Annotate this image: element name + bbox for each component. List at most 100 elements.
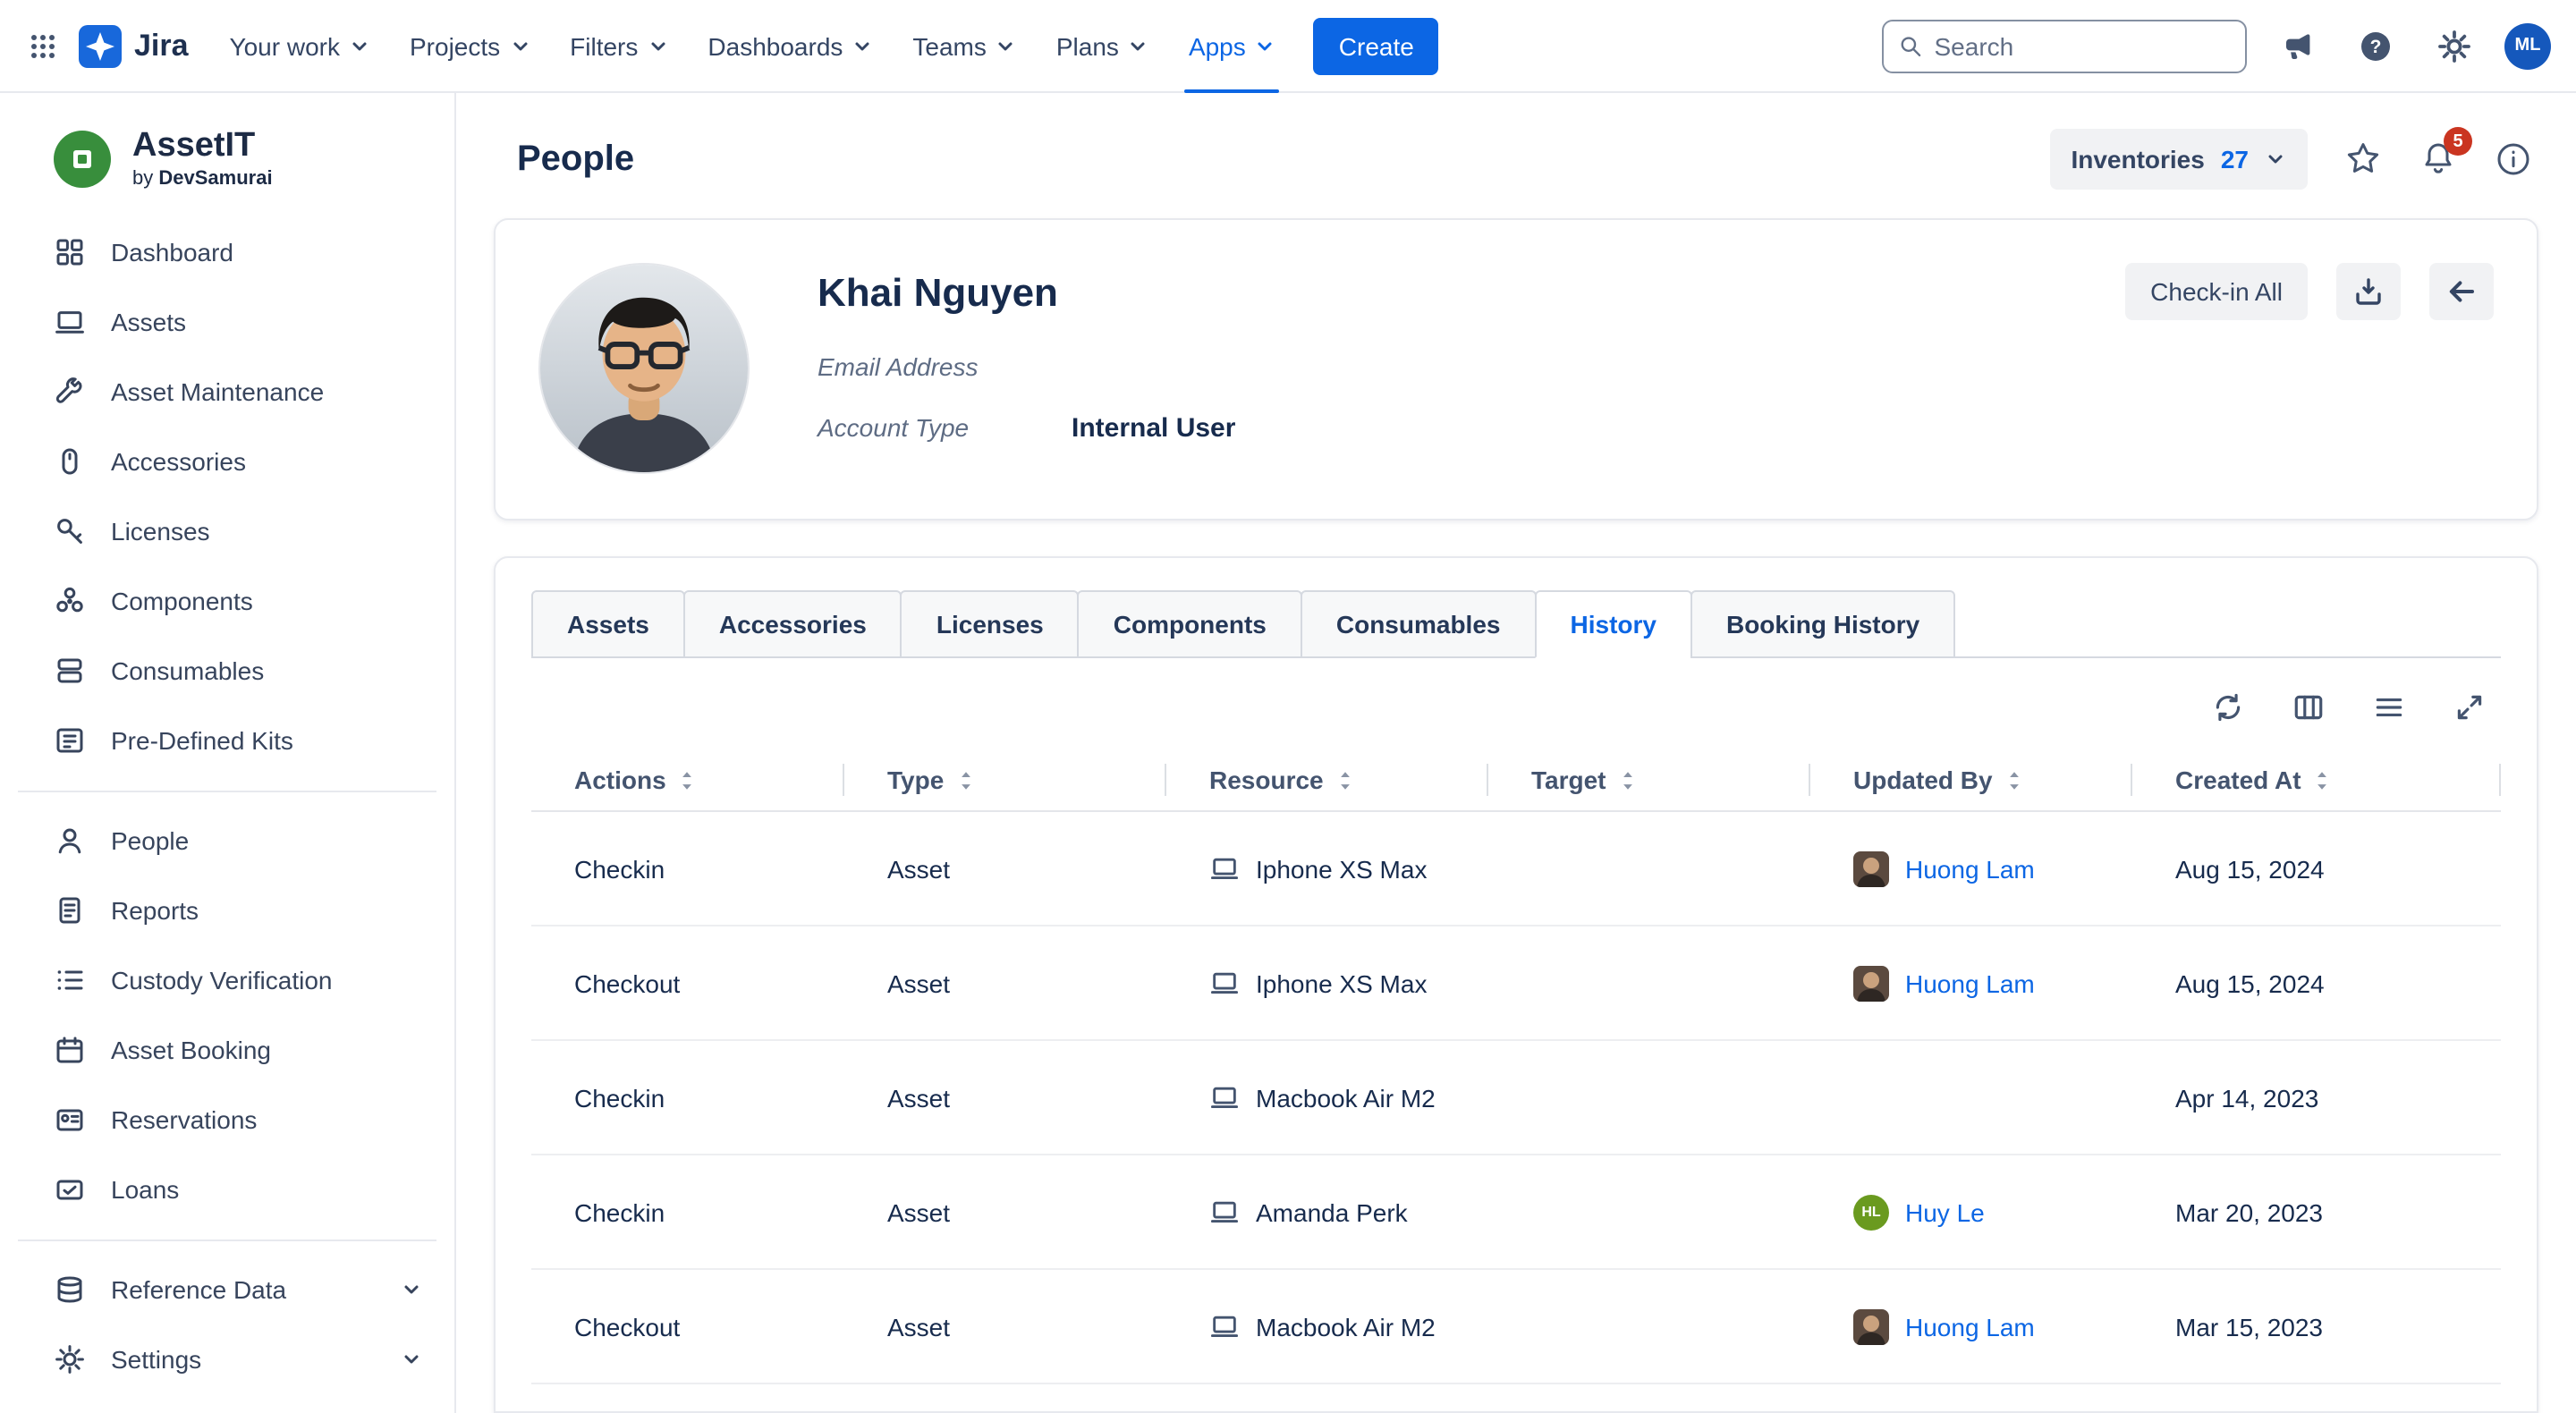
tab-accessories[interactable]: Accessories — [683, 590, 902, 658]
sidebar-item-custody-verification[interactable]: Custody Verification — [0, 946, 454, 1016]
nav-your-work[interactable]: Your work — [210, 0, 391, 92]
app-switcher-button[interactable] — [14, 17, 72, 74]
search-input[interactable] — [1935, 31, 2232, 60]
cell-type: Asset — [844, 969, 1166, 997]
inventories-dropdown[interactable]: Inventories 27 — [2049, 129, 2308, 190]
sidebar-item-assets[interactable]: Assets — [0, 288, 454, 358]
sidebar-item-asset-maintenance[interactable]: Asset Maintenance — [0, 358, 454, 427]
info-button[interactable] — [2494, 140, 2533, 179]
cell-updated-by: Huong Lam — [1810, 1308, 2132, 1344]
sort-icon — [1336, 768, 1354, 791]
sidebar-divider — [18, 791, 436, 792]
sidebar-item-pre-defined-kits[interactable]: Pre-Defined Kits — [0, 706, 454, 776]
cell-resource: Iphone XS Max — [1166, 853, 1488, 884]
sidebar-item-components[interactable]: Components — [0, 567, 454, 637]
tab-components[interactable]: Components — [1078, 590, 1302, 658]
sidebar-item-asset-booking[interactable]: Asset Booking — [0, 1016, 454, 1086]
cell-action: Checkout — [531, 969, 844, 997]
fullscreen-button[interactable] — [2453, 690, 2487, 724]
header-actions: Inventories 27 5 — [2049, 129, 2533, 190]
cell-type: Asset — [844, 1083, 1166, 1112]
settings-button[interactable] — [2426, 17, 2483, 74]
row-density-button[interactable] — [2372, 690, 2406, 724]
export-button[interactable] — [2336, 263, 2401, 320]
column-header-created-at[interactable]: Created At — [2132, 749, 2501, 810]
tab-assets[interactable]: Assets — [531, 590, 685, 658]
history-card: Assets Accessories Licenses Components C… — [494, 556, 2538, 1413]
tab-consumables[interactable]: Consumables — [1301, 590, 1537, 658]
column-header-updated-by[interactable]: Updated By — [1810, 749, 2132, 810]
account-type-value: Internal User — [1072, 413, 1235, 444]
cell-resource: Macbook Air M2 — [1166, 1082, 1488, 1113]
refresh-icon — [2211, 690, 2245, 724]
back-button[interactable] — [2429, 263, 2494, 320]
database-icon — [54, 1274, 86, 1307]
nav-projects[interactable]: Projects — [390, 0, 550, 92]
nav-dashboards[interactable]: Dashboards — [688, 0, 893, 92]
column-header-type[interactable]: Type — [844, 749, 1166, 810]
sidebar-item-accessories[interactable]: Accessories — [0, 427, 454, 497]
announcements-button[interactable] — [2268, 17, 2326, 74]
nav-apps[interactable]: Apps — [1169, 0, 1296, 92]
tab-booking-history[interactable]: Booking History — [1690, 590, 1955, 658]
detail-tabs: Assets Accessories Licenses Components C… — [531, 590, 2501, 658]
help-button[interactable]: ? — [2347, 17, 2404, 74]
sidebar-item-loans[interactable]: Loans — [0, 1155, 454, 1225]
chevron-down-icon — [401, 1280, 422, 1301]
chevron-down-icon — [349, 35, 370, 56]
sort-icon — [679, 768, 697, 791]
refresh-button[interactable] — [2211, 690, 2245, 724]
laptop-icon — [1209, 1311, 1240, 1341]
user-link[interactable]: Huong Lam — [1905, 1312, 2035, 1341]
table-row: Checkin Asset Amanda Perk HL Huy Le Mar … — [531, 1155, 2501, 1270]
nav-filters[interactable]: Filters — [550, 0, 688, 92]
sidebar-item-reservations[interactable]: Reservations — [0, 1086, 454, 1155]
app-name: AssetIT — [132, 129, 273, 165]
column-header-actions[interactable]: Actions — [531, 749, 844, 810]
jira-logo[interactable]: Jira — [72, 24, 210, 67]
key-icon — [54, 516, 86, 548]
sidebar-item-licenses[interactable]: Licenses — [0, 497, 454, 567]
info-icon — [2494, 140, 2533, 179]
chevron-down-icon — [401, 1350, 422, 1371]
check-in-all-button[interactable]: Check-in All — [2125, 263, 2308, 320]
notification-badge: 5 — [2444, 127, 2472, 156]
user-avatar — [1853, 965, 1889, 1001]
sort-icon — [2314, 768, 2332, 791]
column-header-target[interactable]: Target — [1488, 749, 1810, 810]
columns-button[interactable] — [2292, 690, 2326, 724]
user-link[interactable]: Huong Lam — [1905, 969, 2035, 997]
cell-resource: Amanda Perk — [1166, 1197, 1488, 1227]
assetit-brand: AssetIT by DevSamurai — [0, 129, 454, 218]
sidebar-item-consumables[interactable]: Consumables — [0, 637, 454, 706]
table-header-row: Actions Type Resource Target — [531, 749, 2501, 812]
chevron-down-icon — [509, 35, 530, 56]
user-avatar[interactable]: ML — [2504, 22, 2551, 69]
notifications-button[interactable]: 5 — [2419, 140, 2458, 179]
main-content: People Inventories 27 5 — [456, 93, 2576, 1413]
sidebar-item-settings[interactable]: Settings — [0, 1325, 454, 1395]
columns-icon — [2292, 690, 2326, 724]
favorite-button[interactable] — [2343, 140, 2383, 179]
table-row: Checkout Asset Iphone XS Max Huong Lam A… — [531, 926, 2501, 1041]
sidebar-item-people[interactable]: People — [0, 807, 454, 876]
sidebar-item-reports[interactable]: Reports — [0, 876, 454, 946]
cell-action: Checkin — [531, 1197, 844, 1226]
gear-icon — [2436, 28, 2472, 63]
tab-licenses[interactable]: Licenses — [901, 590, 1080, 658]
star-icon — [2343, 140, 2383, 179]
user-link[interactable]: Huong Lam — [1905, 854, 2035, 883]
user-link[interactable]: Huy Le — [1905, 1197, 1985, 1226]
sidebar-item-dashboard[interactable]: Dashboard — [0, 218, 454, 288]
nav-teams[interactable]: Teams — [893, 0, 1036, 92]
global-search[interactable] — [1882, 19, 2247, 72]
nav-plans[interactable]: Plans — [1037, 0, 1169, 92]
column-header-resource[interactable]: Resource — [1166, 749, 1488, 810]
sidebar-item-reference-data[interactable]: Reference Data — [0, 1256, 454, 1325]
sidebar-divider — [18, 1240, 436, 1241]
app-switcher-grid-icon — [27, 30, 59, 62]
jira-topnav: Jira Your work Projects Filters Dashboar… — [0, 0, 2576, 93]
tab-history[interactable]: History — [1535, 590, 1692, 658]
create-button[interactable]: Create — [1314, 17, 1439, 74]
topnav-menu: Your work Projects Filters Dashboards Te… — [210, 0, 1296, 92]
